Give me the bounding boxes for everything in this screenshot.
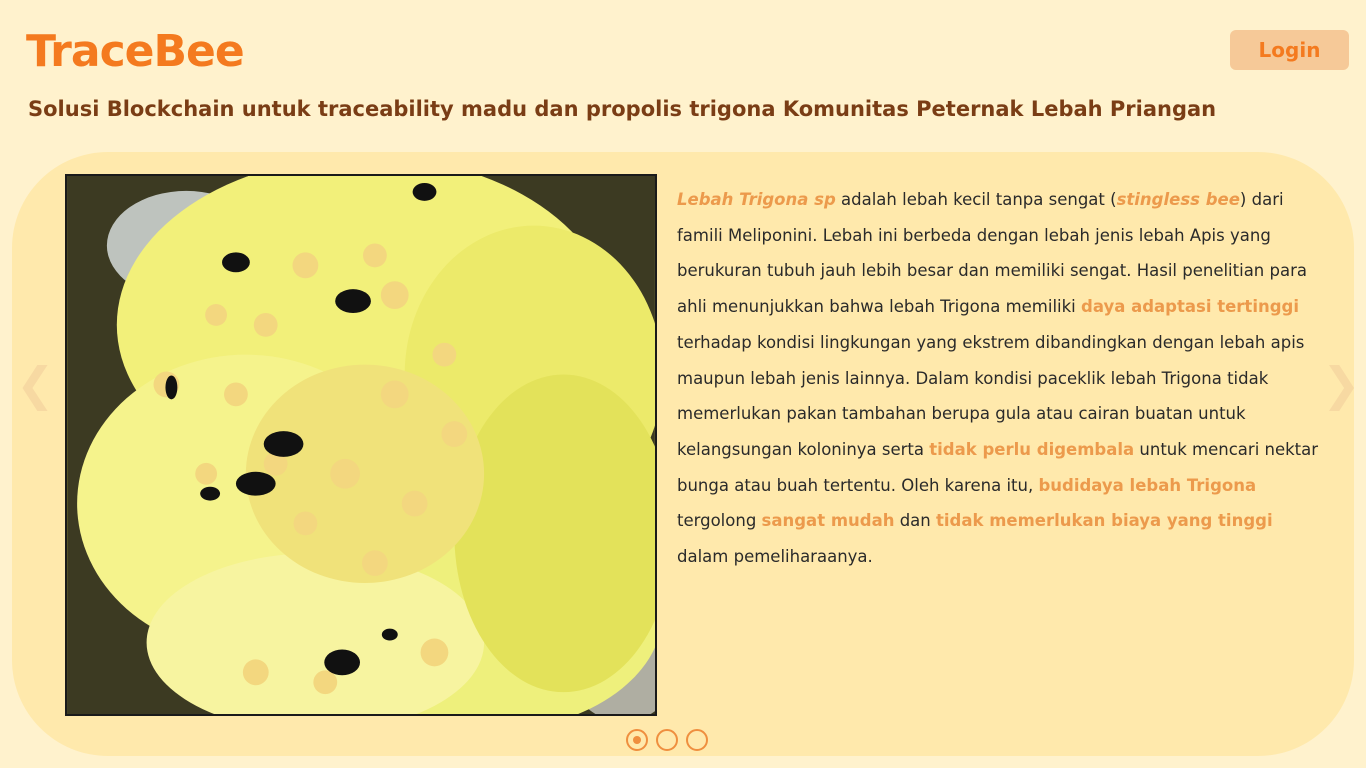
carousel-prev-arrow[interactable]: ❮ xyxy=(16,356,55,412)
bee-flower-photo xyxy=(65,174,657,716)
carousel-dot-2[interactable] xyxy=(656,729,678,751)
highlight-species: Lebah Trigona sp xyxy=(677,190,836,209)
carousel-pagination xyxy=(626,729,708,751)
highlight-cultivation: budidaya lebah Trigona xyxy=(1038,475,1257,495)
page-subtitle: Solusi Blockchain untuk traceability mad… xyxy=(28,97,1217,121)
highlight-adaptation: daya adaptasi tertinggi xyxy=(1081,297,1300,317)
carousel-dot-3[interactable] xyxy=(686,729,708,751)
highlight-low-cost: tidak memerlukan biaya yang tinggi xyxy=(936,511,1273,531)
trigona-description: Lebah Trigona sp adalah lebah kecil tanp… xyxy=(677,182,1322,575)
tracebee-logo[interactable]: TraceBee xyxy=(26,26,245,77)
article-text: adalah lebah kecil tanpa sengat ( xyxy=(835,190,1117,209)
highlight-stingless-bee: stingless bee xyxy=(1116,190,1240,209)
article-text: tergolong xyxy=(677,511,762,531)
carousel-next-arrow[interactable]: ❯ xyxy=(1322,356,1361,412)
article-text: dan xyxy=(894,511,937,531)
carousel-dot-1[interactable] xyxy=(626,729,648,751)
flower-illustration xyxy=(67,176,655,714)
article-text: dalam pemeliharaanya. xyxy=(677,547,873,567)
highlight-no-herding: tidak perlu digembala xyxy=(929,439,1135,459)
login-button[interactable]: Login xyxy=(1230,30,1349,70)
highlight-easy: sangat mudah xyxy=(761,511,895,531)
